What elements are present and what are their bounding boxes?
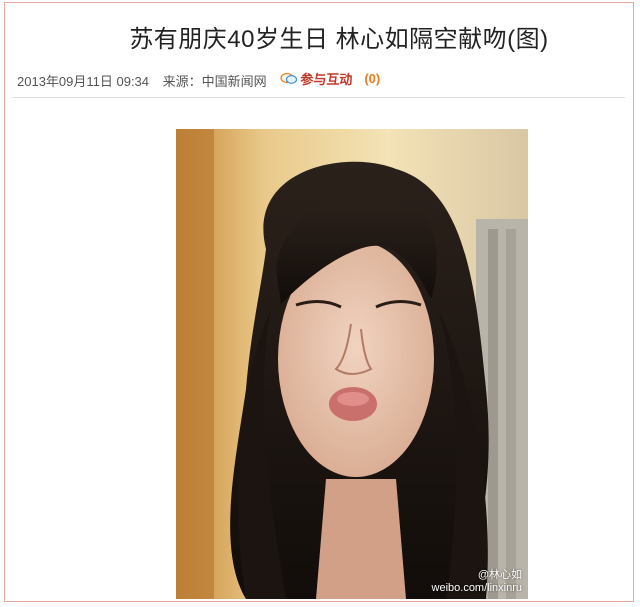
article-title: 苏有朋庆40岁生日 林心如隔空献吻(图): [129, 26, 549, 53]
article-photo: @林心如 weibo.com/linxinru: [176, 129, 528, 599]
article-meta: 2013年09月11日 09:34 来源：中国新闻网 参与互动 (0): [17, 69, 390, 90]
watermark-name: @林心如: [477, 569, 522, 581]
selfie-photo: [176, 129, 528, 599]
comment-link[interactable]: 参与互动 (0): [280, 69, 390, 88]
comment-count: (0): [364, 71, 381, 86]
comment-label: 参与互动: [300, 72, 353, 87]
photo-watermark: @林心如 weibo.com/linxinru: [432, 569, 522, 595]
source-label: 来源：中国新闻网: [162, 73, 267, 89]
source-name[interactable]: 中国新闻网: [202, 74, 267, 89]
divider: [13, 97, 625, 98]
watermark-url: weibo.com/linxinru: [431, 582, 522, 594]
comment-bubble-icon: [280, 72, 298, 84]
article-date: 2013年09月11日 09:34: [17, 73, 150, 89]
